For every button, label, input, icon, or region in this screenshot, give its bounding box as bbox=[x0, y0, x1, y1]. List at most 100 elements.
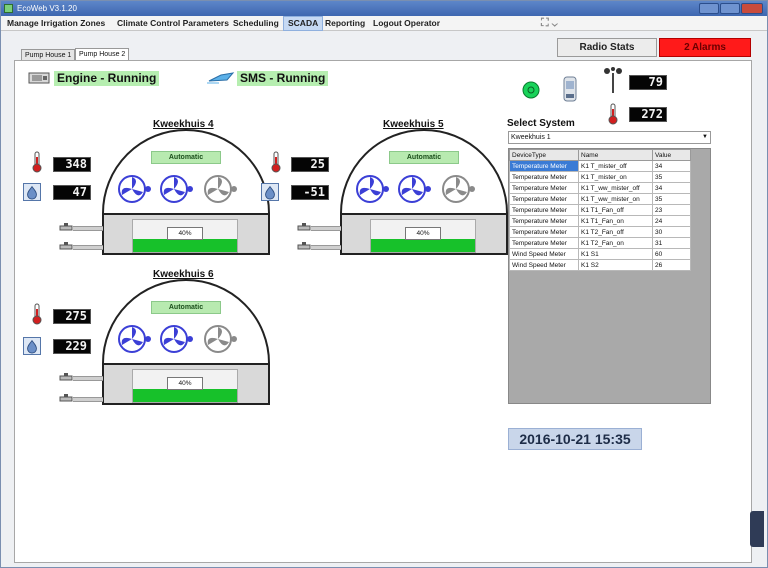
table-row[interactable]: Temperature Meter K1 T_ww_mister_on 35 bbox=[509, 193, 691, 205]
side-panel-handle[interactable] bbox=[750, 511, 764, 547]
name-cell[interactable]: K1 T2_Fan_on bbox=[578, 237, 653, 249]
anemometer-icon bbox=[604, 67, 622, 93]
house-4-humidity-icon bbox=[23, 183, 41, 201]
outside-thermometer-icon bbox=[608, 103, 618, 125]
house-4-fan-3-icon bbox=[204, 175, 237, 203]
column-header-device-type[interactable]: DeviceType bbox=[509, 149, 579, 161]
engine-icon bbox=[28, 72, 50, 84]
device-type-cell[interactable]: Temperature Meter bbox=[509, 237, 579, 249]
value-cell[interactable]: 26 bbox=[652, 259, 691, 271]
value-cell[interactable]: 35 bbox=[652, 193, 691, 205]
table-row[interactable]: Temperature Meter K1 T1_Fan_off 23 bbox=[509, 204, 691, 216]
app-icon bbox=[4, 4, 13, 13]
device-grid[interactable]: DeviceType Name Value Temperature Meter K… bbox=[508, 148, 711, 404]
table-row[interactable]: Temperature Meter K1 T2_Fan_off 30 bbox=[509, 226, 691, 238]
house-6-fan-2-icon bbox=[160, 325, 193, 353]
name-cell[interactable]: K1 T_ww_mister_on bbox=[578, 193, 653, 205]
name-cell[interactable]: K1 T1_Fan_on bbox=[578, 215, 653, 227]
house-5-pipe-1 bbox=[311, 226, 341, 231]
house-6-tank-level: 40% bbox=[167, 377, 203, 390]
house-4-valve-2-icon[interactable] bbox=[59, 242, 73, 251]
table-row[interactable]: Wind Speed Meter K1 S1 60 bbox=[509, 248, 691, 260]
house-5-fan-2-icon bbox=[398, 175, 431, 203]
menu-scada[interactable]: SCADA bbox=[283, 16, 324, 31]
menu-reporting[interactable]: Reporting bbox=[321, 16, 369, 31]
house-4-thermometer-icon bbox=[32, 151, 42, 173]
value-cell[interactable]: 31 bbox=[652, 237, 691, 249]
value-cell[interactable]: 60 bbox=[652, 248, 691, 260]
value-cell[interactable]: 34 bbox=[652, 182, 691, 194]
maximize-button[interactable] bbox=[720, 3, 740, 14]
column-header-name[interactable]: Name bbox=[578, 149, 653, 161]
device-type-cell[interactable]: Temperature Meter bbox=[509, 204, 579, 216]
house-5-temperature: 25 bbox=[291, 157, 329, 172]
house-6-temperature: 275 bbox=[53, 309, 91, 324]
table-row[interactable]: Temperature Meter K1 T_mister_off 34 bbox=[509, 160, 691, 172]
table-row[interactable]: Temperature Meter K1 T1_Fan_on 24 bbox=[509, 215, 691, 227]
close-button[interactable] bbox=[741, 3, 763, 14]
device-type-cell[interactable]: Temperature Meter bbox=[509, 160, 579, 172]
name-cell[interactable]: K1 T2_Fan_off bbox=[578, 226, 653, 238]
house-6-thermometer-icon bbox=[32, 303, 42, 325]
device-type-cell[interactable]: Temperature Meter bbox=[509, 182, 579, 194]
house-6-valve-2-icon[interactable] bbox=[59, 394, 73, 403]
radio-stats-button[interactable]: Radio Stats bbox=[557, 38, 657, 57]
house-4-fan-1-icon bbox=[118, 175, 151, 203]
table-row[interactable]: Wind Speed Meter K1 S2 26 bbox=[509, 259, 691, 271]
device-type-cell[interactable]: Temperature Meter bbox=[509, 171, 579, 183]
value-cell[interactable]: 30 bbox=[652, 226, 691, 238]
window-tools-icon[interactable]: ⛶ ⌄ bbox=[541, 17, 581, 30]
house-5-valve-2-icon[interactable] bbox=[297, 242, 311, 251]
house-5-thermometer-icon bbox=[271, 151, 281, 173]
name-cell[interactable]: K1 T1_Fan_off bbox=[578, 204, 653, 216]
name-cell[interactable]: K1 S1 bbox=[578, 248, 653, 260]
house-6-mode[interactable]: Automatic bbox=[151, 301, 221, 314]
sms-icon bbox=[207, 72, 235, 84]
house-4-temperature: 348 bbox=[53, 157, 91, 172]
device-type-cell[interactable]: Temperature Meter bbox=[509, 215, 579, 227]
menu-logout[interactable]: Logout Operator bbox=[369, 16, 444, 31]
value-cell[interactable]: 23 bbox=[652, 204, 691, 216]
house-5-tank-level: 40% bbox=[405, 227, 441, 240]
device-table: DeviceType Name Value Temperature Meter K… bbox=[509, 149, 691, 271]
menu-scheduling[interactable]: Scheduling bbox=[229, 16, 283, 31]
house-5-valve-1-icon[interactable] bbox=[297, 223, 311, 232]
device-type-cell[interactable]: Wind Speed Meter bbox=[509, 248, 579, 260]
system-select[interactable]: Kweekhuis 1 ▼ bbox=[508, 131, 711, 144]
value-cell[interactable]: 35 bbox=[652, 171, 691, 183]
house-6-valve-1-icon[interactable] bbox=[59, 373, 73, 382]
device-type-cell[interactable]: Temperature Meter bbox=[509, 193, 579, 205]
minimize-button[interactable] bbox=[699, 3, 719, 14]
name-cell[interactable]: K1 T_mister_on bbox=[578, 171, 653, 183]
name-cell[interactable]: K1 T_ww_mister_off bbox=[578, 182, 653, 194]
value-cell[interactable]: 34 bbox=[652, 160, 691, 172]
engine-status: Engine - Running bbox=[54, 71, 160, 86]
house-5-humidity: -51 bbox=[291, 185, 329, 200]
house-4-mode[interactable]: Automatic bbox=[151, 151, 221, 164]
table-row[interactable]: Temperature Meter K1 T2_Fan_on 31 bbox=[509, 237, 691, 249]
house-4-valve-1-icon[interactable] bbox=[59, 223, 73, 232]
window-title: EcoWeb V3.1.20 bbox=[17, 4, 77, 13]
value-cell[interactable]: 24 bbox=[652, 215, 691, 227]
chevron-down-icon[interactable]: ▼ bbox=[702, 132, 708, 143]
name-cell[interactable]: K1 S2 bbox=[578, 259, 653, 271]
name-cell[interactable]: K1 T_mister_off bbox=[578, 160, 653, 172]
alarms-button[interactable]: 2 Alarms bbox=[659, 38, 751, 57]
title-bar: EcoWeb V3.1.20 bbox=[1, 1, 767, 16]
table-row[interactable]: Temperature Meter K1 T_mister_on 35 bbox=[509, 171, 691, 183]
device-type-cell[interactable]: Temperature Meter bbox=[509, 226, 579, 238]
house-6-fan-1-icon bbox=[118, 325, 151, 353]
column-header-value[interactable]: Value bbox=[652, 149, 691, 161]
menu-climate-control[interactable]: Climate Control Parameters bbox=[113, 16, 233, 31]
house-5-mode[interactable]: Automatic bbox=[389, 151, 459, 164]
house-5-tank: 40% bbox=[342, 213, 506, 253]
menu-irrigation-zones[interactable]: Manage Irrigation Zones bbox=[3, 16, 109, 31]
device-type-cell[interactable]: Wind Speed Meter bbox=[509, 259, 579, 271]
table-row[interactable]: Temperature Meter K1 T_ww_mister_off 34 bbox=[509, 182, 691, 194]
house-4-water-level bbox=[133, 239, 237, 252]
house-5-water-level bbox=[371, 239, 475, 252]
house-6-water-level bbox=[133, 389, 237, 402]
house-6-humidity: 229 bbox=[53, 339, 91, 354]
house-6-pipe-2 bbox=[73, 397, 103, 402]
house-4-fan-2-icon bbox=[160, 175, 193, 203]
